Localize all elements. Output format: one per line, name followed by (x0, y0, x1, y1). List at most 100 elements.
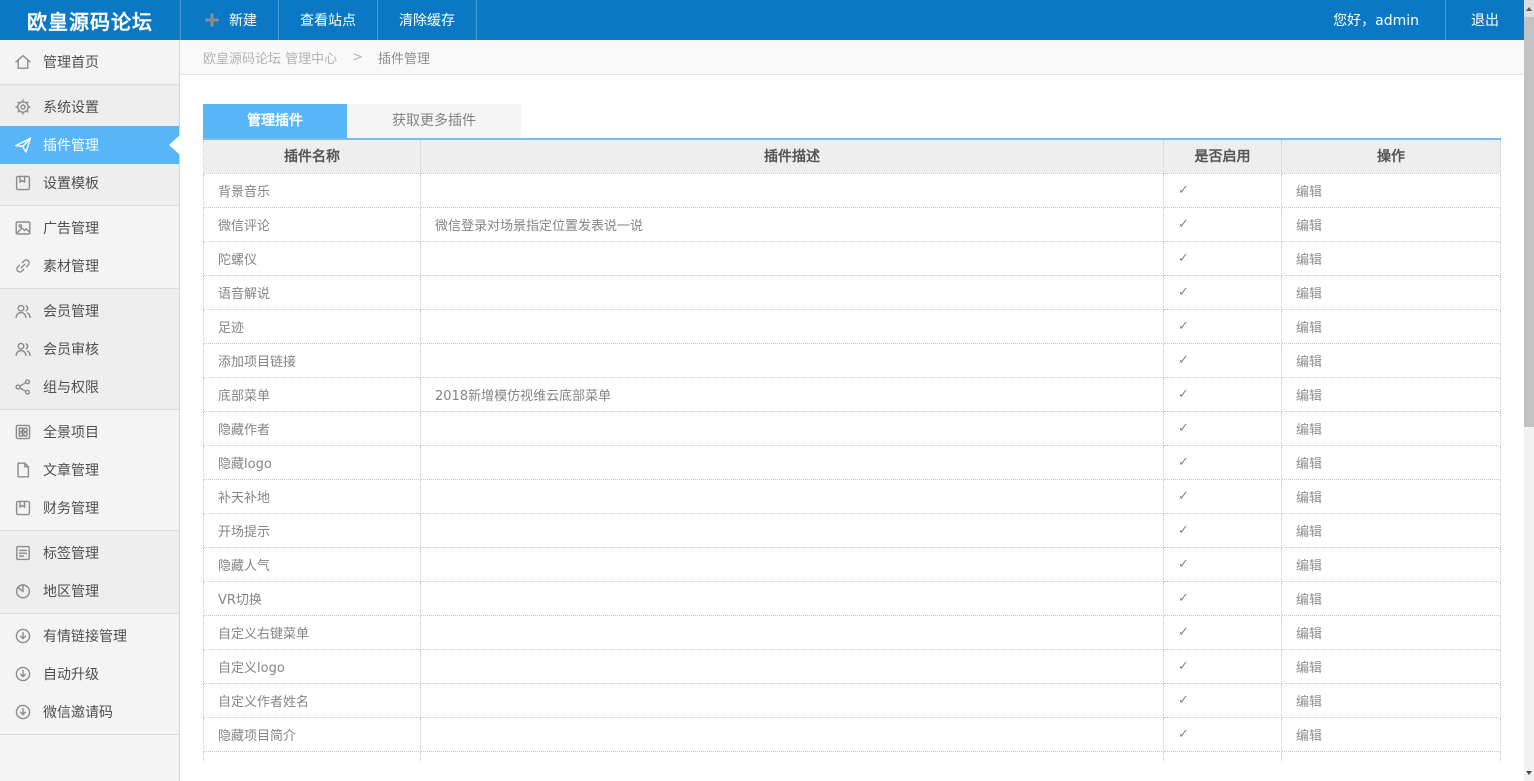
breadcrumb-root[interactable]: 欧皇源码论坛 管理中心 (203, 48, 337, 67)
tab-get-more-plugins[interactable]: 获取更多插件 (347, 104, 521, 138)
edit-link[interactable]: 编辑 (1296, 525, 1322, 540)
sidebar-item-material-management[interactable]: 素材管理 (0, 247, 179, 285)
plugin-name-cell: 自定义右键菜单 (204, 615, 421, 649)
plugin-name-cell: 添加项目链接 (204, 343, 421, 377)
edit-link[interactable]: 编辑 (1296, 253, 1322, 268)
scrollbar-up-button[interactable] (1524, 0, 1534, 17)
sidebar-item-template-settings[interactable]: 设置模板 (0, 164, 179, 202)
sidebar-item-friend-links[interactable]: 有情链接管理 (0, 617, 179, 655)
list-icon (13, 543, 33, 563)
action-cell: 编辑 (1282, 309, 1501, 343)
topnav-new-button[interactable]: 新建 (181, 0, 279, 40)
enabled-cell: ✓ (1164, 479, 1282, 513)
plugin-name-cell: 隐藏logo (204, 445, 421, 479)
sidebar-item-label: 自动升级 (43, 664, 99, 684)
edit-link[interactable]: 编辑 (1296, 355, 1322, 370)
sidebar-item-groups-permissions[interactable]: 组与权限 (0, 368, 179, 406)
sidebar-item-article-management[interactable]: 文章管理 (0, 451, 179, 489)
plugin-name-cell: 隐藏作者 (204, 411, 421, 445)
column-header: 操作 (1282, 139, 1501, 173)
sidebar-group: 管理首页 (0, 40, 179, 85)
download-icon (13, 626, 33, 646)
sidebar-item-label: 财务管理 (43, 498, 99, 518)
edit-link[interactable]: 编辑 (1296, 287, 1322, 302)
link-icon (13, 256, 33, 276)
topnav-view-site-button[interactable]: 查看站点 (279, 0, 378, 40)
edit-link[interactable]: 编辑 (1296, 219, 1322, 234)
action-cell: 编辑 (1282, 717, 1501, 751)
sidebar-item-plugin-management[interactable]: 插件管理 (0, 126, 179, 164)
sidebar-item-tag-management[interactable]: 标签管理 (0, 534, 179, 572)
sidebar-item-auto-upgrade[interactable]: 自动升级 (0, 655, 179, 693)
edit-link[interactable]: 编辑 (1296, 423, 1322, 438)
sidebar-item-wechat-invite-code[interactable]: 微信邀请码 (0, 693, 179, 731)
sidebar-item-system-settings[interactable]: 系统设置 (0, 88, 179, 126)
users-icon (13, 301, 33, 321)
edit-link[interactable]: 编辑 (1296, 627, 1322, 642)
sidebar-item-ad-management[interactable]: 广告管理 (0, 209, 179, 247)
edit-link[interactable]: 编辑 (1296, 729, 1322, 744)
plugin-desc-cell (421, 173, 1164, 207)
breadcrumb: 欧皇源码论坛 管理中心 > 插件管理 (180, 40, 1524, 75)
plugin-name-cell: 自定义logo (204, 649, 421, 683)
enabled-cell: ✓ (1164, 513, 1282, 547)
enabled-cell: ✓ (1164, 649, 1282, 683)
check-icon: ✓ (1178, 557, 1189, 572)
check-icon: ✓ (1178, 693, 1189, 708)
table-row: 语音解说✓编辑 (204, 275, 1501, 309)
active-item-notch (169, 135, 180, 155)
main-content: 管理插件获取更多插件 插件名称插件描述是否启用操作 背景音乐✓编辑微信评论微信登… (180, 75, 1524, 781)
plugin-name-cell: 隐藏项目简介 (204, 717, 421, 751)
edit-link[interactable]: 编辑 (1296, 389, 1322, 404)
check-icon: ✓ (1178, 659, 1189, 674)
table-row: 自定义作者姓名✓编辑 (204, 683, 1501, 717)
edit-link[interactable]: 编辑 (1296, 185, 1322, 200)
scrollbar-thumb[interactable] (1524, 17, 1534, 427)
sidebar-item-label: 广告管理 (43, 218, 99, 238)
scrollbar-down-button[interactable] (1524, 764, 1534, 781)
topnav-label: 新建 (229, 10, 257, 30)
table-row: 隐藏项目简介✓编辑 (204, 717, 1501, 751)
column-header: 是否启用 (1164, 139, 1282, 173)
edit-link[interactable]: 编辑 (1296, 457, 1322, 472)
edit-link[interactable]: 编辑 (1296, 491, 1322, 506)
sidebar-item-label: 标签管理 (43, 543, 99, 563)
topnav-label: 清除缓存 (399, 10, 455, 30)
edit-link[interactable]: 编辑 (1296, 695, 1322, 710)
sidebar-item-label: 系统设置 (43, 97, 99, 117)
table-row: 陀螺仪✓编辑 (204, 241, 1501, 275)
tab-manage-plugins[interactable]: 管理插件 (203, 104, 347, 138)
table-row: 微信评论微信登录对场景指定位置发表说一说✓编辑 (204, 207, 1501, 241)
plugin-desc-cell (421, 581, 1164, 615)
plugin-name-cell: 语音解说 (204, 275, 421, 309)
edit-link[interactable]: 编辑 (1296, 661, 1322, 676)
edit-link[interactable]: 编辑 (1296, 321, 1322, 336)
sidebar-item-label: 文章管理 (43, 460, 99, 480)
logout-button[interactable]: 退出 (1446, 10, 1524, 30)
sidebar-item-label: 有情链接管理 (43, 626, 127, 646)
plugin-desc-cell (421, 649, 1164, 683)
table-row: 添加项目链接 ✓ 编辑 (204, 343, 1501, 377)
empty-cell (1282, 751, 1501, 762)
action-cell: 编辑 (1282, 241, 1501, 275)
sidebar-item-panorama-projects[interactable]: 全景项目 (0, 413, 179, 451)
sidebar-item-home[interactable]: 管理首页 (0, 43, 179, 81)
sidebar-item-member-management[interactable]: 会员管理 (0, 292, 179, 330)
edit-link[interactable]: 编辑 (1296, 559, 1322, 574)
plugin-desc-cell (421, 275, 1164, 309)
sidebar-item-region-management[interactable]: 地区管理 (0, 572, 179, 610)
plugin-desc-cell (421, 547, 1164, 581)
edit-link[interactable]: 编辑 (1296, 593, 1322, 608)
topnav-clear-cache-button[interactable]: 清除缓存 (378, 0, 477, 40)
sidebar-item-member-review[interactable]: 会员审核 (0, 330, 179, 368)
sidebar-item-finance-management[interactable]: 财务管理 (0, 489, 179, 527)
sidebar-item-label: 会员审核 (43, 339, 99, 359)
user-greeting: 您好，admin (1307, 10, 1445, 30)
empty-cell (1164, 751, 1282, 762)
check-icon: ✓ (1178, 217, 1189, 232)
column-header: 插件描述 (421, 139, 1164, 173)
action-cell: 编辑 (1282, 649, 1501, 683)
plugin-desc-cell (421, 615, 1164, 649)
check-icon: ✓ (1178, 353, 1189, 368)
plugin-desc-cell (421, 513, 1164, 547)
